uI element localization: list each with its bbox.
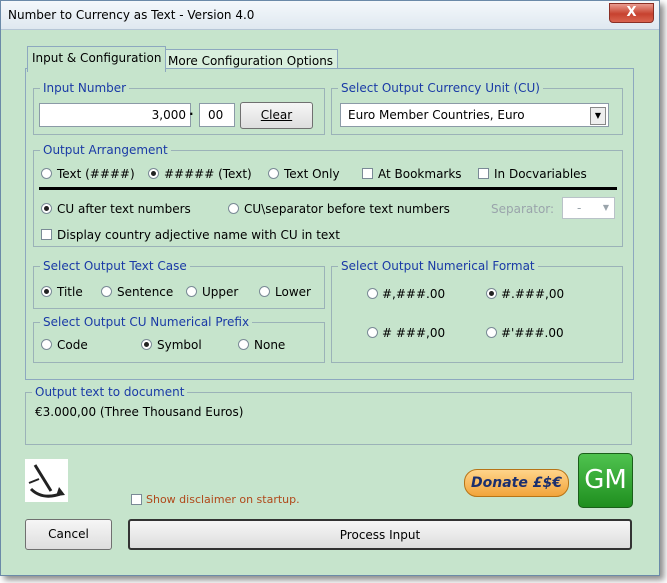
divider [39, 187, 617, 190]
radio-format-2[interactable] [486, 288, 497, 299]
separator-label: Separator: [491, 202, 555, 216]
format-4-label: #'###.00 [501, 326, 564, 340]
radio-sentence[interactable] [101, 286, 112, 297]
title-bar: Number to Currency as Text - Version 4.0… [1, 1, 659, 30]
number-input[interactable]: 3,000 [39, 103, 191, 127]
currency-legend: Select Output Currency Unit (CU) [341, 81, 540, 95]
title-label: Title [57, 285, 83, 299]
cu-separator-label: CU\separator before text numbers [244, 202, 450, 216]
code-label: Code [57, 338, 88, 352]
bookmarks-label: At Bookmarks [378, 167, 462, 181]
gm-logo: GM [578, 453, 633, 508]
disclaimer-label: Show disclaimer on startup. [146, 493, 300, 506]
upper-label: Upper [202, 285, 239, 299]
option-hash-text-label: ##### (Text) [164, 167, 252, 181]
radio-lower[interactable] [259, 286, 270, 297]
output-arrangement-legend: Output Arrangement [43, 143, 168, 157]
output-text-legend: Output text to document [35, 385, 185, 399]
numerical-format-group: Select Output Numerical Format [331, 259, 623, 363]
currency-selected-value: Euro Member Countries, Euro [348, 108, 525, 122]
radio-hash-text[interactable] [148, 168, 159, 179]
format-1-label: #,###.00 [382, 287, 446, 301]
radio-title[interactable] [41, 286, 52, 297]
separator-value: - [577, 201, 582, 215]
radio-format-3[interactable] [367, 327, 378, 338]
radio-format-1[interactable] [367, 288, 378, 299]
cancel-button[interactable]: Cancel [25, 519, 112, 550]
output-text-value: €3.000,00 (Three Thousand Euros) [35, 405, 244, 419]
radio-text-only[interactable] [268, 168, 279, 179]
lower-label: Lower [275, 285, 311, 299]
radio-cu-after[interactable] [41, 203, 52, 214]
radio-upper[interactable] [186, 286, 197, 297]
tab-input-configuration[interactable]: Input & Configuration [27, 46, 167, 72]
input-number-legend: Input Number [43, 81, 127, 95]
adjective-label: Display country adjective name with CU i… [57, 228, 340, 242]
radio-code[interactable] [41, 339, 52, 350]
radio-symbol[interactable] [141, 339, 152, 350]
radio-cu-separator[interactable] [228, 203, 239, 214]
chevron-down-icon[interactable]: ▼ [600, 200, 612, 216]
option-text-hash-label: Text (####) [57, 167, 135, 181]
text-case-legend: Select Output Text Case [43, 259, 187, 273]
decimals-input[interactable]: 00 [199, 103, 235, 127]
checkbox-adjective[interactable] [41, 229, 52, 240]
clear-button[interactable]: Clear [240, 102, 313, 129]
checkbox-docvariables[interactable] [478, 168, 489, 179]
radio-format-4[interactable] [486, 327, 497, 338]
format-2-label: #.###,00 [501, 287, 565, 301]
checkbox-disclaimer[interactable] [131, 494, 142, 505]
format-3-label: # ###,00 [382, 326, 446, 340]
anchor-icon [28, 464, 65, 498]
sentence-label: Sentence [117, 285, 174, 299]
numerical-format-legend: Select Output Numerical Format [341, 259, 535, 273]
window-title: Number to Currency as Text - Version 4.0 [8, 8, 255, 22]
radio-none[interactable] [238, 339, 249, 350]
cu-after-label: CU after text numbers [57, 202, 191, 216]
decimal-separator: · [189, 107, 194, 121]
docvariables-label: In Docvariables [494, 167, 587, 181]
process-input-button[interactable]: Process Input [128, 519, 632, 550]
currency-select[interactable]: Euro Member Countries, Euro ▼ [340, 103, 609, 127]
option-text-only-label: Text Only [284, 167, 340, 181]
none-label: None [254, 338, 286, 352]
donate-button[interactable]: Donate £$€ [464, 469, 569, 497]
separator-select[interactable]: - ▼ [562, 197, 615, 219]
anchor-logo [25, 459, 68, 502]
symbol-label: Symbol [157, 338, 202, 352]
radio-text-hash[interactable] [41, 168, 52, 179]
text-case-group: Select Output Text Case [33, 259, 325, 309]
checkbox-bookmarks[interactable] [362, 168, 373, 179]
close-button[interactable]: X [609, 3, 654, 23]
prefix-legend: Select Output CU Numerical Prefix [43, 315, 250, 329]
dialog-window: Number to Currency as Text - Version 4.0… [0, 0, 660, 576]
chevron-down-icon[interactable]: ▼ [590, 107, 606, 125]
